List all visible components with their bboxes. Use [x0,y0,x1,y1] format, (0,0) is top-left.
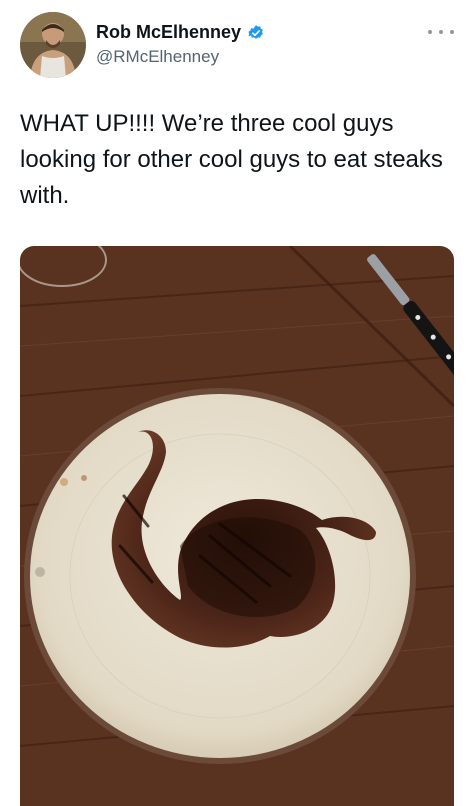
avatar[interactable] [20,12,86,78]
author-handle[interactable]: @RMcElhenney [96,47,219,67]
tweet-photo[interactable] [20,246,454,806]
author-name-row[interactable]: Rob McElhenney [96,22,265,43]
display-name[interactable]: Rob McElhenney [96,22,241,43]
more-options-icon[interactable] [428,24,454,40]
tweet-text: WHAT UP!!!! We’re three cool guys lookin… [20,110,450,209]
verified-badge-icon [248,24,263,39]
tweet-card: Rob McElhenney @RMcElhenney WHAT UP!!!! … [0,0,474,806]
